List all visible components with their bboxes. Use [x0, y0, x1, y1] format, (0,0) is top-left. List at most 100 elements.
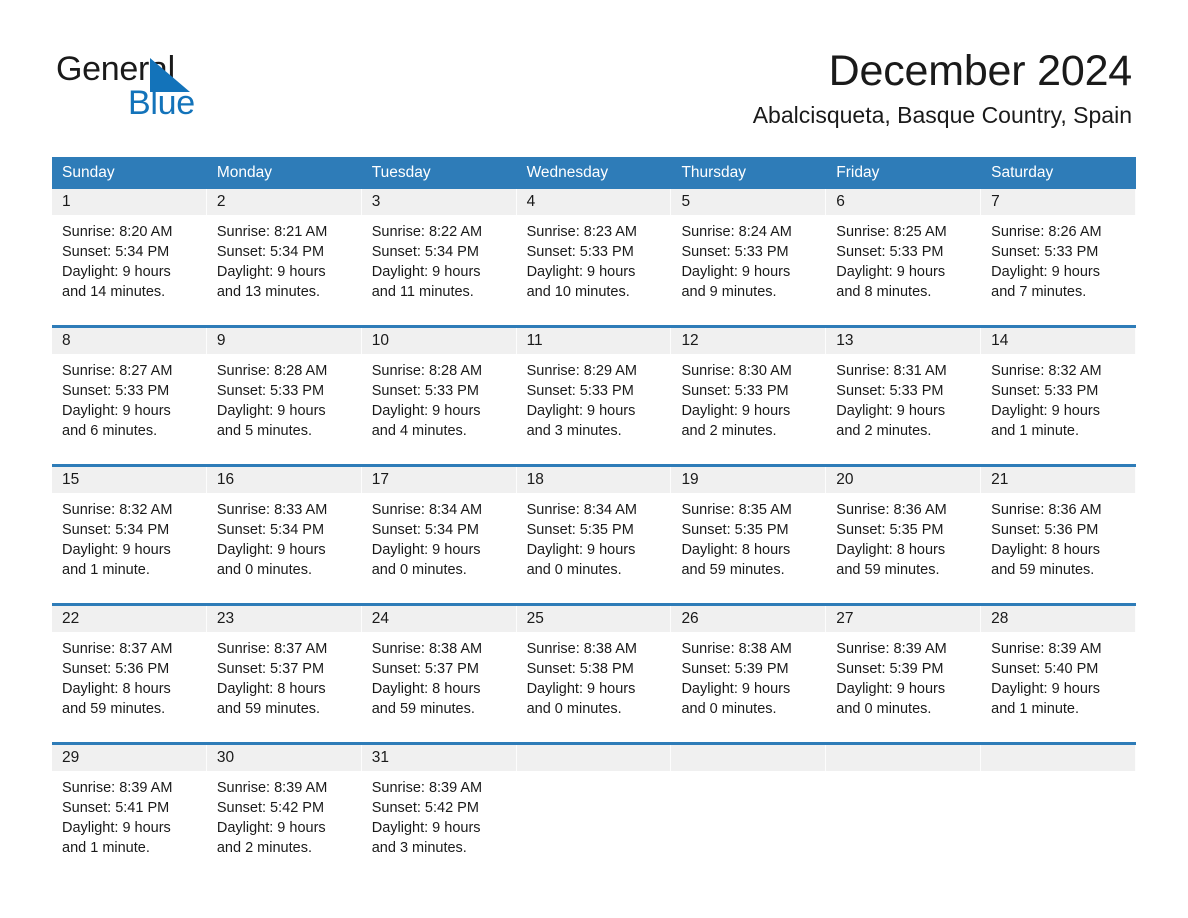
- day-cell[interactable]: 6 Sunrise: 8:25 AM Sunset: 5:33 PM Daylight…: [826, 189, 982, 307]
- day-cell[interactable]: 4 Sunrise: 8:23 AM Sunset: 5:33 PM Daylight…: [516, 189, 672, 307]
- sunset-text: Sunset: 5:35 PM: [681, 522, 789, 538]
- daylight-text-line2: and 1 minute.: [62, 840, 150, 856]
- daylight-text-line2: and 59 minutes.: [836, 562, 940, 578]
- sunset-text: Sunset: 5:38 PM: [526, 661, 634, 677]
- day-number-band: 14: [981, 328, 1137, 354]
- sunrise-text: Sunrise: 8:39 AM: [62, 780, 173, 796]
- day-cell[interactable]: 29 Sunrise: 8:39 AM Sunset: 5:41 PM Dayligh…: [52, 745, 207, 863]
- day-cell[interactable]: 19 Sunrise: 8:35 AM Sunset: 5:35 PM Dayligh…: [671, 467, 827, 585]
- day-cell[interactable]: 27 Sunrise: 8:39 AM Sunset: 5:39 PM Dayligh…: [826, 606, 982, 724]
- day-details: [671, 771, 826, 863]
- day-number: 14: [991, 332, 1009, 349]
- sunset-text: Sunset: 5:33 PM: [62, 383, 170, 399]
- day-cell[interactable]: 23 Sunrise: 8:37 AM Sunset: 5:37 PM Dayligh…: [206, 606, 362, 724]
- sunrise-text: Sunrise: 8:34 AM: [371, 502, 483, 518]
- day-cell[interactable]: 5 Sunrise: 8:24 AM Sunset: 5:33 PM Daylight…: [671, 189, 827, 307]
- day-details: Sunrise: 8:23 AM Sunset: 5:33 PM Daylight:…: [517, 215, 672, 307]
- day-details: Sunrise: 8:28 AM Sunset: 5:33 PM Daylight:…: [207, 354, 362, 446]
- daylight-text-line2: and 10 minutes.: [526, 284, 630, 300]
- daylight-text-line2: and 0 minutes.: [526, 701, 622, 717]
- daylight-text-line2: and 7 minutes.: [991, 284, 1087, 300]
- page-subtitle: Abalcisqueta, Basque Country, Spain: [752, 102, 1132, 129]
- day-number-band: 7: [981, 189, 1137, 215]
- day-details: Sunrise: 8:33 AM Sunset: 5:34 PM Daylight:…: [207, 493, 362, 585]
- day-details: Sunrise: 8:36 AM Sunset: 5:35 PM Daylight:…: [826, 493, 981, 585]
- daylight-text-line1: Daylight: 8 hours: [991, 542, 1100, 558]
- day-cell[interactable]: 26 Sunrise: 8:38 AM Sunset: 5:39 PM Dayligh…: [671, 606, 827, 724]
- day-cell[interactable]: 10 Sunrise: 8:28 AM Sunset: 5:33 PM Dayligh…: [361, 328, 517, 446]
- sunset-text: Sunset: 5:34 PM: [371, 244, 479, 260]
- day-cell[interactable]: 18 Sunrise: 8:34 AM Sunset: 5:35 PM Dayligh…: [516, 467, 672, 585]
- day-number-band: 13: [826, 328, 982, 354]
- sunrise-text: Sunrise: 8:39 AM: [836, 641, 947, 657]
- sunset-text: Sunset: 5:33 PM: [836, 383, 944, 399]
- sunset-text: Sunset: 5:34 PM: [62, 244, 170, 260]
- daylight-text-line1: Daylight: 9 hours: [62, 542, 171, 558]
- day-number: 9: [216, 332, 226, 349]
- sunrise-text: Sunrise: 8:32 AM: [991, 363, 1102, 379]
- day-cell[interactable]: 2 Sunrise: 8:21 AM Sunset: 5:34 PM Daylight…: [206, 189, 362, 307]
- day-cell[interactable]: 28 Sunrise: 8:39 AM Sunset: 5:40 PM Dayligh…: [981, 606, 1137, 724]
- daylight-text-line2: and 59 minutes.: [216, 701, 321, 717]
- day-cell[interactable]: 3 Sunrise: 8:22 AM Sunset: 5:34 PM Daylight…: [361, 189, 517, 307]
- day-cell[interactable]: 17 Sunrise: 8:34 AM Sunset: 5:34 PM Dayligh…: [361, 467, 517, 585]
- day-number: 13: [836, 332, 854, 349]
- day-cell-empty: [981, 745, 1137, 863]
- day-details: [517, 771, 672, 863]
- day-number-band: 26: [671, 606, 827, 632]
- day-cell[interactable]: 24 Sunrise: 8:38 AM Sunset: 5:37 PM Dayligh…: [361, 606, 517, 724]
- day-details: Sunrise: 8:30 AM Sunset: 5:33 PM Daylight:…: [671, 354, 826, 446]
- daylight-text-line1: Daylight: 9 hours: [216, 820, 326, 836]
- day-number: 31: [371, 749, 389, 766]
- day-details: Sunrise: 8:26 AM Sunset: 5:33 PM Daylight:…: [981, 215, 1136, 307]
- sunset-text: Sunset: 5:40 PM: [991, 661, 1099, 677]
- day-number-band: 27: [826, 606, 982, 632]
- sunrise-text: Sunrise: 8:35 AM: [681, 502, 792, 518]
- daylight-text-line2: and 2 minutes.: [836, 423, 932, 439]
- day-cell[interactable]: 1 Sunrise: 8:20 AM Sunset: 5:34 PM Daylight…: [52, 189, 207, 307]
- day-cell[interactable]: 20 Sunrise: 8:36 AM Sunset: 5:35 PM Dayligh…: [826, 467, 982, 585]
- day-number: 19: [681, 471, 699, 488]
- day-number: 27: [836, 610, 854, 627]
- day-cell[interactable]: 11 Sunrise: 8:29 AM Sunset: 5:33 PM Dayligh…: [516, 328, 672, 446]
- sunrise-text: Sunrise: 8:38 AM: [371, 641, 483, 657]
- day-cell[interactable]: 7 Sunrise: 8:26 AM Sunset: 5:33 PM Daylight…: [981, 189, 1137, 307]
- daylight-text-line2: and 3 minutes.: [526, 423, 622, 439]
- day-number: 7: [991, 193, 1000, 210]
- day-number-band: [516, 745, 672, 771]
- day-number: 4: [526, 193, 536, 210]
- day-number: 6: [836, 193, 845, 210]
- day-number: 18: [526, 471, 544, 488]
- day-cell[interactable]: 25 Sunrise: 8:38 AM Sunset: 5:38 PM Dayligh…: [516, 606, 672, 724]
- sunrise-text: Sunrise: 8:28 AM: [371, 363, 483, 379]
- day-cell[interactable]: 13 Sunrise: 8:31 AM Sunset: 5:33 PM Dayligh…: [826, 328, 982, 446]
- day-number-band: 8: [52, 328, 207, 354]
- day-cell[interactable]: 14 Sunrise: 8:32 AM Sunset: 5:33 PM Dayligh…: [981, 328, 1137, 446]
- daylight-text-line1: Daylight: 9 hours: [991, 264, 1100, 280]
- week-spacer: [52, 585, 1136, 603]
- day-number: 25: [526, 610, 544, 627]
- sunset-text: Sunset: 5:33 PM: [216, 383, 325, 399]
- day-details: Sunrise: 8:34 AM Sunset: 5:34 PM Daylight:…: [362, 493, 517, 585]
- day-cell[interactable]: 22 Sunrise: 8:37 AM Sunset: 5:36 PM Dayligh…: [52, 606, 207, 724]
- sunset-text: Sunset: 5:41 PM: [62, 800, 170, 816]
- sunset-text: Sunset: 5:34 PM: [216, 244, 325, 260]
- day-cell[interactable]: 30 Sunrise: 8:39 AM Sunset: 5:42 PM Dayligh…: [206, 745, 362, 863]
- day-cell[interactable]: 21 Sunrise: 8:36 AM Sunset: 5:36 PM Dayligh…: [981, 467, 1137, 585]
- calendar-week-row: 8 Sunrise: 8:27 AM Sunset: 5:33 PM Daylight…: [52, 325, 1137, 446]
- day-cell[interactable]: 8 Sunrise: 8:27 AM Sunset: 5:33 PM Daylight…: [52, 328, 207, 446]
- daylight-text-line2: and 1 minute.: [991, 701, 1080, 717]
- day-cell[interactable]: 9 Sunrise: 8:28 AM Sunset: 5:33 PM Daylight…: [206, 328, 362, 446]
- sunset-text: Sunset: 5:33 PM: [526, 244, 634, 260]
- day-number: 10: [371, 332, 389, 349]
- day-details: Sunrise: 8:29 AM Sunset: 5:33 PM Daylight:…: [517, 354, 672, 446]
- sunrise-text: Sunrise: 8:23 AM: [526, 224, 637, 240]
- day-cell[interactable]: 12 Sunrise: 8:30 AM Sunset: 5:33 PM Dayligh…: [671, 328, 827, 446]
- day-cell[interactable]: 16 Sunrise: 8:33 AM Sunset: 5:34 PM Dayligh…: [206, 467, 362, 585]
- day-cell[interactable]: 31 Sunrise: 8:39 AM Sunset: 5:42 PM Dayligh…: [361, 745, 517, 863]
- daylight-text-line2: and 0 minutes.: [216, 562, 312, 578]
- day-number: 21: [991, 471, 1009, 488]
- day-cell[interactable]: 15 Sunrise: 8:32 AM Sunset: 5:34 PM Dayligh…: [52, 467, 207, 585]
- day-number-band: 22: [52, 606, 207, 632]
- daylight-text-line2: and 0 minutes.: [526, 562, 622, 578]
